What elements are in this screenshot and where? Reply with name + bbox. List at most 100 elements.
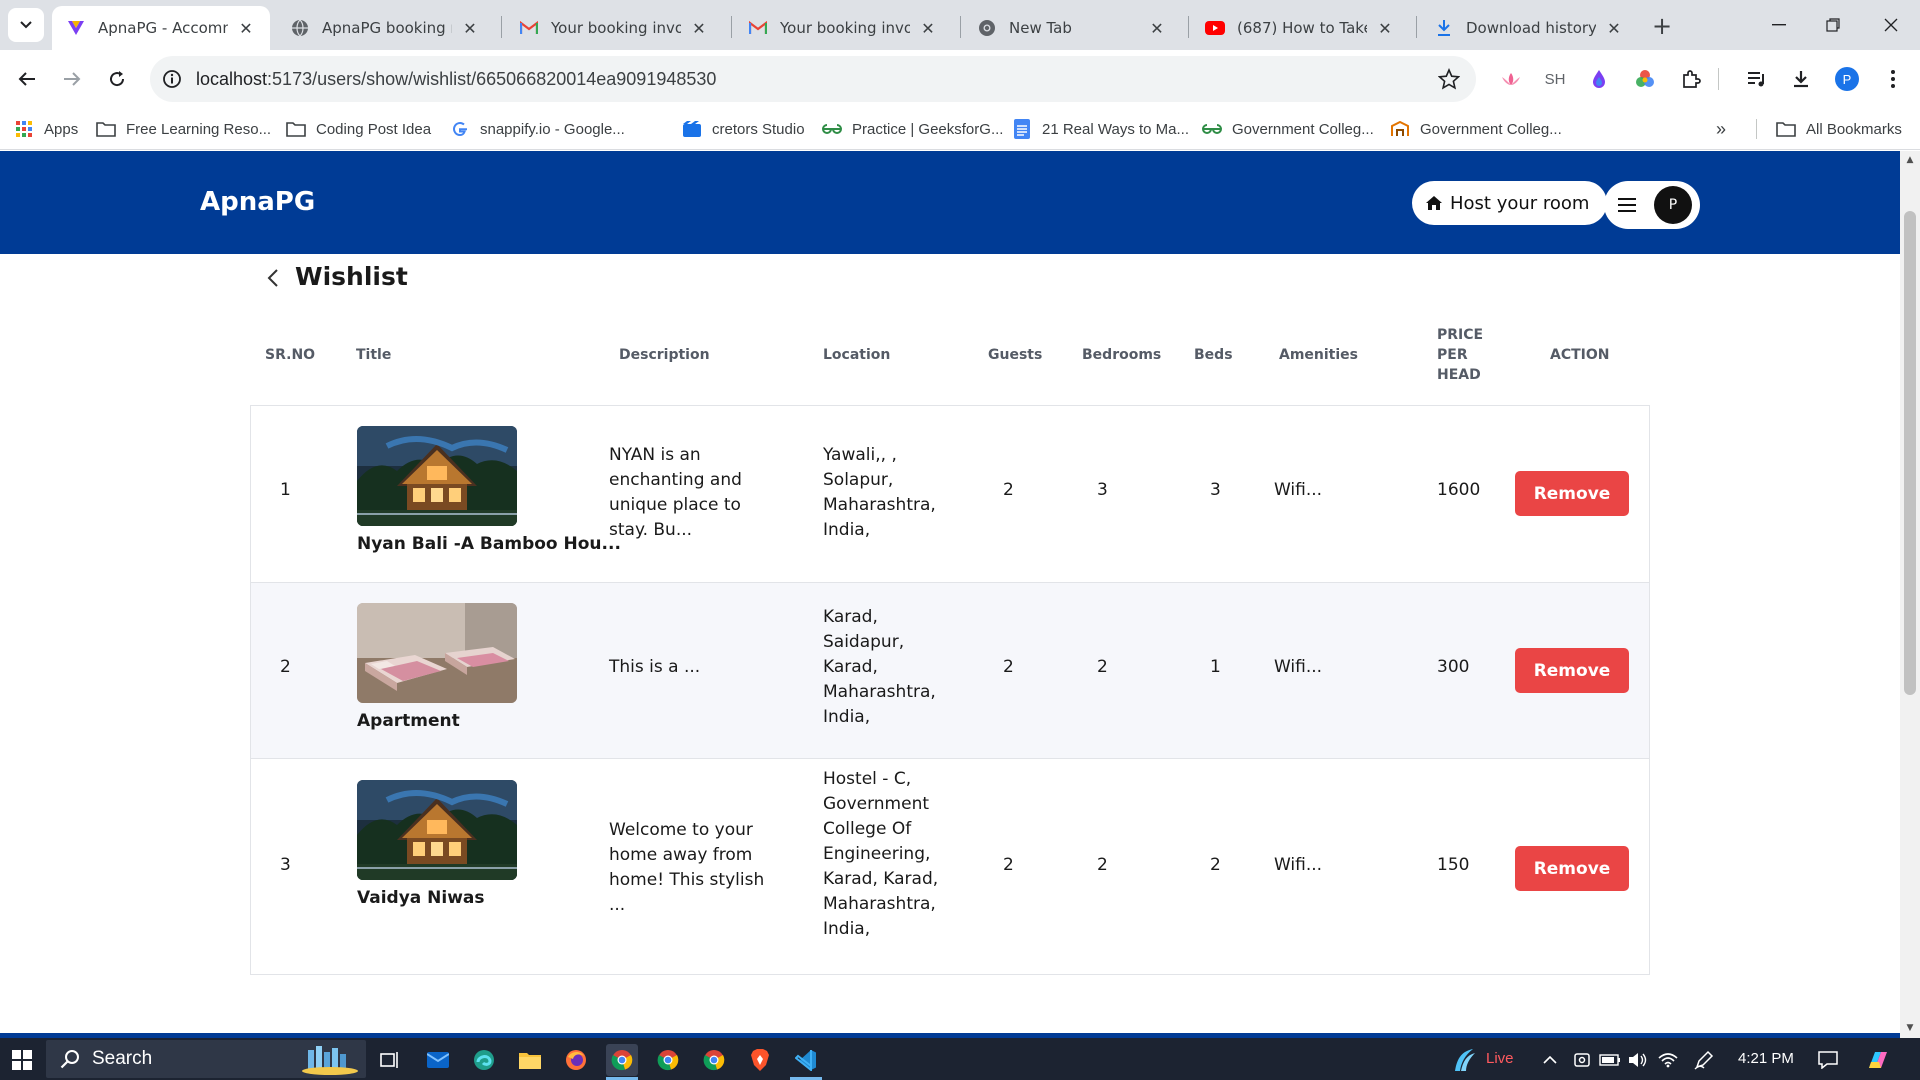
close-icon[interactable]: ✕ (1147, 18, 1167, 38)
site-info-icon[interactable] (162, 69, 182, 89)
listing-image-bamboo-house[interactable] (357, 780, 517, 880)
tab-title: Download history (1466, 19, 1596, 37)
college-icon (1390, 119, 1410, 139)
volume-icon[interactable] (1622, 1044, 1654, 1076)
tab-booking-receipt[interactable]: ApnaPG booking rece ✕ (276, 6, 494, 50)
close-icon[interactable]: ✕ (689, 18, 709, 38)
globe-icon (290, 18, 310, 38)
back-chevron-button[interactable] (262, 263, 284, 293)
close-icon[interactable]: ✕ (236, 18, 256, 38)
notification-icon[interactable] (1812, 1044, 1844, 1076)
host-your-room-button[interactable]: Host your room (1412, 181, 1608, 225)
bookmark-gov-college-1[interactable]: Government Colleg... (1202, 118, 1374, 140)
firefox-icon[interactable] (560, 1044, 592, 1076)
restore-button[interactable] (1810, 8, 1856, 42)
task-view-icon[interactable] (374, 1044, 406, 1076)
location-line: Saidapur, (823, 632, 905, 652)
arrow-right-icon (64, 72, 81, 86)
chrome-profile-3-icon[interactable] (698, 1044, 730, 1076)
tab-apnapg[interactable]: ApnaPG - Accommoda ✕ (52, 6, 270, 50)
youtube-icon (1205, 18, 1225, 38)
close-icon[interactable]: ✕ (1604, 18, 1624, 38)
chevron-left-icon (267, 269, 278, 287)
bookmark-star-icon[interactable] (1437, 67, 1461, 94)
bookmark-cretors-studio[interactable]: cretors Studio (682, 118, 805, 140)
tab-new-tab[interactable]: New Tab ✕ (963, 6, 1181, 50)
live-label[interactable]: Live (1486, 1050, 1514, 1067)
puzzle-extensions-icon[interactable] (1674, 62, 1708, 96)
pen-icon[interactable] (1688, 1044, 1720, 1076)
description-line: ... (609, 895, 626, 915)
user-menu-button[interactable]: P (1604, 181, 1700, 229)
taskbar-search-box[interactable]: Search (46, 1040, 366, 1078)
browser-menu-button[interactable] (1876, 62, 1910, 96)
more-bookmarks-button[interactable]: » (1716, 118, 1726, 140)
bookmark-apps[interactable]: Apps (14, 118, 78, 140)
sh-extension-icon[interactable]: SH (1538, 62, 1572, 96)
bookmarks-bar: Apps Free Learning Reso... Coding Post I… (0, 108, 1920, 150)
address-bar[interactable]: localhost:5173/users/show/wishlist/66506… (150, 56, 1476, 102)
listing-title[interactable]: Apartment (357, 711, 460, 731)
wifi-icon[interactable] (1652, 1044, 1684, 1076)
vscode-icon[interactable] (790, 1044, 822, 1076)
new-tab-button[interactable]: + (1648, 12, 1676, 40)
close-window-button[interactable] (1868, 8, 1914, 42)
folder-icon (96, 119, 116, 139)
tab-youtube[interactable]: (687) How to Take a ✕ (1191, 6, 1409, 50)
tab-separator (1416, 16, 1417, 38)
close-icon[interactable]: ✕ (460, 18, 480, 38)
color-wheel-extension-icon[interactable] (1628, 62, 1662, 96)
tab-search-button[interactable] (8, 8, 44, 42)
taskbar-clock[interactable]: 4:21 PM (1738, 1050, 1794, 1067)
listing-image-twin-beds[interactable] (357, 603, 517, 703)
all-bookmarks-button[interactable]: All Bookmarks (1776, 118, 1902, 140)
forward-button[interactable] (55, 62, 89, 96)
file-explorer-icon[interactable] (514, 1044, 546, 1076)
tab-gmail-invoice-2[interactable]: Your booking invoice ✕ (734, 6, 952, 50)
brave-icon[interactable] (744, 1044, 776, 1076)
scrollbar-thumb[interactable] (1904, 211, 1916, 695)
chrome-profile-2-icon[interactable] (652, 1044, 684, 1076)
windows-start-icon[interactable] (6, 1044, 38, 1076)
bookmark-21-real-ways[interactable]: 21 Real Ways to Ma... (1012, 118, 1189, 140)
back-button[interactable] (10, 62, 44, 96)
location-line: Karad, Karad, (823, 869, 939, 889)
bookmark-free-learning[interactable]: Free Learning Reso... (96, 118, 271, 140)
tab-download-history[interactable]: Download history ✕ (1420, 6, 1638, 50)
listing-title[interactable]: Nyan Bali -A Bamboo Hou... (357, 534, 621, 554)
google-icon (450, 119, 470, 139)
description-line: NYAN is an (609, 445, 701, 465)
site-logo[interactable]: ApnaPG (200, 187, 315, 217)
close-icon[interactable]: ✕ (918, 18, 938, 38)
edge-icon[interactable] (468, 1044, 500, 1076)
taskbar-search-label: Search (92, 1048, 153, 1069)
downloads-icon[interactable] (1784, 62, 1818, 96)
mail-app-icon[interactable] (422, 1044, 454, 1076)
live-news-icon[interactable] (1448, 1044, 1480, 1076)
chrome-taskbar-icon[interactable] (606, 1044, 638, 1076)
listing-title[interactable]: Vaidya Niwas (357, 888, 485, 908)
remove-button[interactable]: Remove (1515, 846, 1629, 891)
bookmark-gov-college-2[interactable]: Government Colleg... (1390, 118, 1562, 140)
remove-button[interactable]: Remove (1515, 648, 1629, 693)
copilot-icon[interactable] (1862, 1044, 1894, 1076)
listing-image-bamboo-house[interactable] (357, 426, 517, 526)
lotus-extension-icon[interactable] (1494, 62, 1528, 96)
bookmark-snappify[interactable]: snappify.io - Google... (450, 118, 625, 140)
close-icon[interactable]: ✕ (1375, 18, 1395, 38)
row-srno: 2 (280, 657, 291, 677)
bookmark-geeksforgeeks[interactable]: Practice | GeeksforG... (822, 118, 1003, 140)
chevron-up-icon[interactable] (1534, 1044, 1566, 1076)
scroll-up-icon[interactable]: ▲ (1905, 155, 1915, 165)
minimize-button[interactable] (1756, 8, 1802, 42)
profile-button[interactable]: P (1830, 62, 1864, 96)
remove-button[interactable]: Remove (1515, 471, 1629, 516)
droplet-extension-icon[interactable] (1582, 62, 1616, 96)
bookmark-coding-post[interactable]: Coding Post Idea (286, 118, 431, 140)
reload-button[interactable] (100, 62, 134, 96)
tab-gmail-invoice-1[interactable]: Your booking invoice ✕ (505, 6, 723, 50)
media-control-icon[interactable] (1740, 62, 1774, 96)
page-scrollbar[interactable]: ▲ ▼ (1900, 151, 1920, 1038)
apnapg-v-icon (66, 18, 86, 38)
scroll-down-icon[interactable]: ▼ (1905, 1023, 1915, 1033)
